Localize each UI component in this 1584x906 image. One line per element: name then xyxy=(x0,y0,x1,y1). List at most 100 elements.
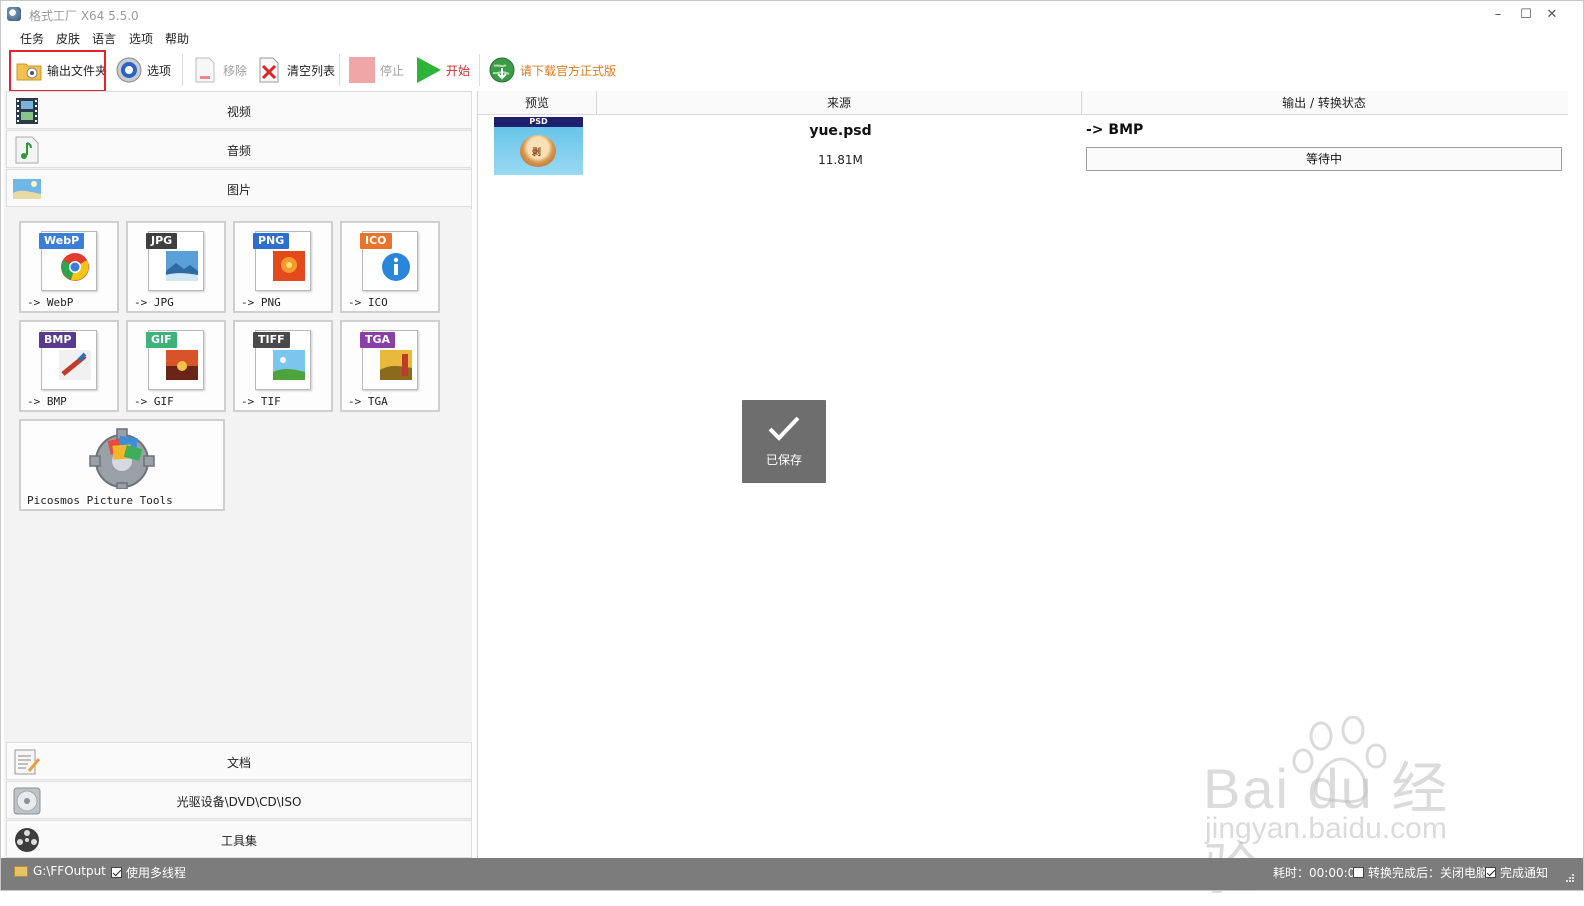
close-button[interactable]: ✕ xyxy=(1539,5,1565,25)
toolbar: 输出文件夹 选项 移除 清空列表 停止 开始 请下载官方正式版 xyxy=(1,49,1583,91)
toolbar-divider xyxy=(479,54,480,86)
clear-list-icon xyxy=(255,56,283,84)
format-tag: TIFF xyxy=(253,332,290,348)
thumb-format-tag: PSD xyxy=(494,117,583,127)
info-icon xyxy=(380,251,412,281)
output-format: -> BMP xyxy=(1086,122,1144,138)
minimize-button[interactable]: – xyxy=(1485,5,1511,25)
category-video[interactable]: 视频 xyxy=(6,91,472,129)
notify-checkbox[interactable]: 完成通知 xyxy=(1485,864,1548,881)
chrome-icon xyxy=(59,251,91,281)
after-convert-label: 转换完成后：关闭电脑 xyxy=(1368,866,1489,880)
saved-toast: 已保存 xyxy=(742,400,826,483)
menu-bar: 任务 皮肤 语言 选项 帮助 xyxy=(1,29,1583,49)
format-ico-button[interactable]: ICO -> ICO xyxy=(340,221,440,313)
gear-icon xyxy=(115,56,143,84)
toolbar-divider xyxy=(339,54,340,86)
format-jpg-button[interactable]: JPG -> JPG xyxy=(126,221,226,313)
toolbar-divider xyxy=(182,54,183,86)
format-tag: WebP xyxy=(39,233,85,249)
format-label: -> PNG xyxy=(241,296,281,309)
folder-icon xyxy=(15,56,43,84)
column-source[interactable]: 来源 xyxy=(597,91,1082,115)
picosmos-label: Picosmos Picture Tools xyxy=(27,494,173,507)
checkmark-icon xyxy=(766,410,802,446)
landscape-photo-icon xyxy=(273,350,305,380)
after-convert-shutdown-checkbox[interactable]: 转换完成后：关闭电脑 xyxy=(1353,864,1488,881)
format-tag: JPG xyxy=(146,233,178,249)
format-tag: TGA xyxy=(360,332,396,348)
category-document[interactable]: 文档 xyxy=(6,742,472,780)
category-audio[interactable]: 音频 xyxy=(6,130,472,168)
paintbrush-icon xyxy=(59,350,91,380)
category-document-label: 文档 xyxy=(226,756,251,770)
preview-thumbnail: PSD 剥 xyxy=(494,117,583,175)
category-disc-label: 光驱设备\DVD\CD\ISO xyxy=(176,795,302,809)
format-label: -> TIF xyxy=(241,395,281,408)
task-list-panel: 预览 来源 输出 / 转换状态 PSD 剥 yue.psd 11.81M -> … xyxy=(477,91,1568,859)
menu-task[interactable]: 任务 xyxy=(20,30,44,47)
column-output-status[interactable]: 输出 / 转换状态 xyxy=(1082,91,1566,115)
picosmos-gear-icon xyxy=(87,427,157,490)
resize-grip-icon[interactable] xyxy=(1565,872,1575,882)
elapsed-time: 耗时：00:00:00 xyxy=(1273,864,1363,881)
elapsed-time-text: 耗时：00:00:00 xyxy=(1273,866,1363,880)
format-label: -> WebP xyxy=(27,296,74,309)
checkbox-unchecked-icon xyxy=(1353,867,1364,878)
category-panel: 视频 音频 图片 WebP -> WebP JPG -> JPG PNG -> … xyxy=(4,91,472,859)
category-toolbox[interactable]: 工具集 xyxy=(6,820,472,858)
multithread-checkbox[interactable]: 使用多线程 xyxy=(111,864,186,881)
checkbox-checked-icon xyxy=(111,867,122,878)
format-tag: GIF xyxy=(146,332,177,348)
source-file-name: yue.psd xyxy=(809,123,872,139)
field-photo-icon xyxy=(380,350,412,380)
download-official-button[interactable]: 请下载官方正式版 xyxy=(488,51,616,89)
saved-toast-text: 已保存 xyxy=(765,453,802,467)
format-label: -> ICO xyxy=(348,296,388,309)
title-bar: 格式工厂 X64 5.5.0 – ☐ ✕ xyxy=(1,1,1583,29)
clear-list-label: 清空列表 xyxy=(287,63,336,78)
options-button[interactable]: 选项 xyxy=(115,51,171,89)
format-label: -> TGA xyxy=(348,395,388,408)
multithread-label: 使用多线程 xyxy=(126,866,187,880)
notify-label: 完成通知 xyxy=(1500,866,1549,880)
menu-skin[interactable]: 皮肤 xyxy=(56,30,80,47)
clear-list-button[interactable]: 清空列表 xyxy=(255,51,335,89)
task-table-header: 预览 来源 输出 / 转换状态 xyxy=(478,91,1568,115)
stop-icon xyxy=(348,56,376,84)
format-gif-button[interactable]: GIF -> GIF xyxy=(126,320,226,412)
category-image-label: 图片 xyxy=(226,183,251,197)
start-button[interactable]: 开始 xyxy=(414,51,470,89)
format-bmp-button[interactable]: BMP -> BMP xyxy=(19,320,119,412)
menu-help[interactable]: 帮助 xyxy=(165,30,189,47)
format-tga-button[interactable]: TGA -> TGA xyxy=(340,320,440,412)
format-webp-button[interactable]: WebP -> WebP xyxy=(19,221,119,313)
menu-options[interactable]: 选项 xyxy=(129,30,153,47)
category-image[interactable]: 图片 xyxy=(6,169,472,207)
remove-button[interactable]: 移除 xyxy=(191,51,247,89)
category-disc[interactable]: 光驱设备\DVD\CD\ISO xyxy=(6,781,472,819)
column-preview[interactable]: 预览 xyxy=(478,91,597,115)
output-folder-button[interactable]: 输出文件夹 xyxy=(15,51,107,89)
document-remove-icon xyxy=(191,56,219,84)
start-label: 开始 xyxy=(446,63,471,78)
menu-language[interactable]: 语言 xyxy=(92,30,116,47)
format-tif-button[interactable]: TIFF -> TIF xyxy=(233,320,333,412)
output-folder-label: 输出文件夹 xyxy=(47,63,108,78)
source-file-size: 11.81M xyxy=(818,153,863,167)
format-label: -> BMP xyxy=(27,395,67,408)
format-tag: PNG xyxy=(253,233,290,249)
category-audio-label: 音频 xyxy=(226,144,251,158)
app-window: 格式工厂 X64 5.5.0 – ☐ ✕ 任务 皮肤 语言 选项 帮助 输出文件… xyxy=(0,0,1584,901)
conversion-status: 等待中 xyxy=(1086,147,1562,171)
image-format-grid: WebP -> WebP JPG -> JPG PNG -> PNG ICO -… xyxy=(6,209,472,744)
app-logo-icon xyxy=(7,7,21,21)
picosmos-tools-button[interactable]: Picosmos Picture Tools xyxy=(19,419,225,511)
photo-icon xyxy=(166,251,198,281)
play-icon xyxy=(414,56,442,84)
stop-button[interactable]: 停止 xyxy=(348,51,404,89)
output-path[interactable]: G:\FFOutput xyxy=(14,864,106,878)
format-png-button[interactable]: PNG -> PNG xyxy=(233,221,333,313)
folder-icon xyxy=(14,865,28,877)
maximize-button[interactable]: ☐ xyxy=(1513,5,1539,25)
